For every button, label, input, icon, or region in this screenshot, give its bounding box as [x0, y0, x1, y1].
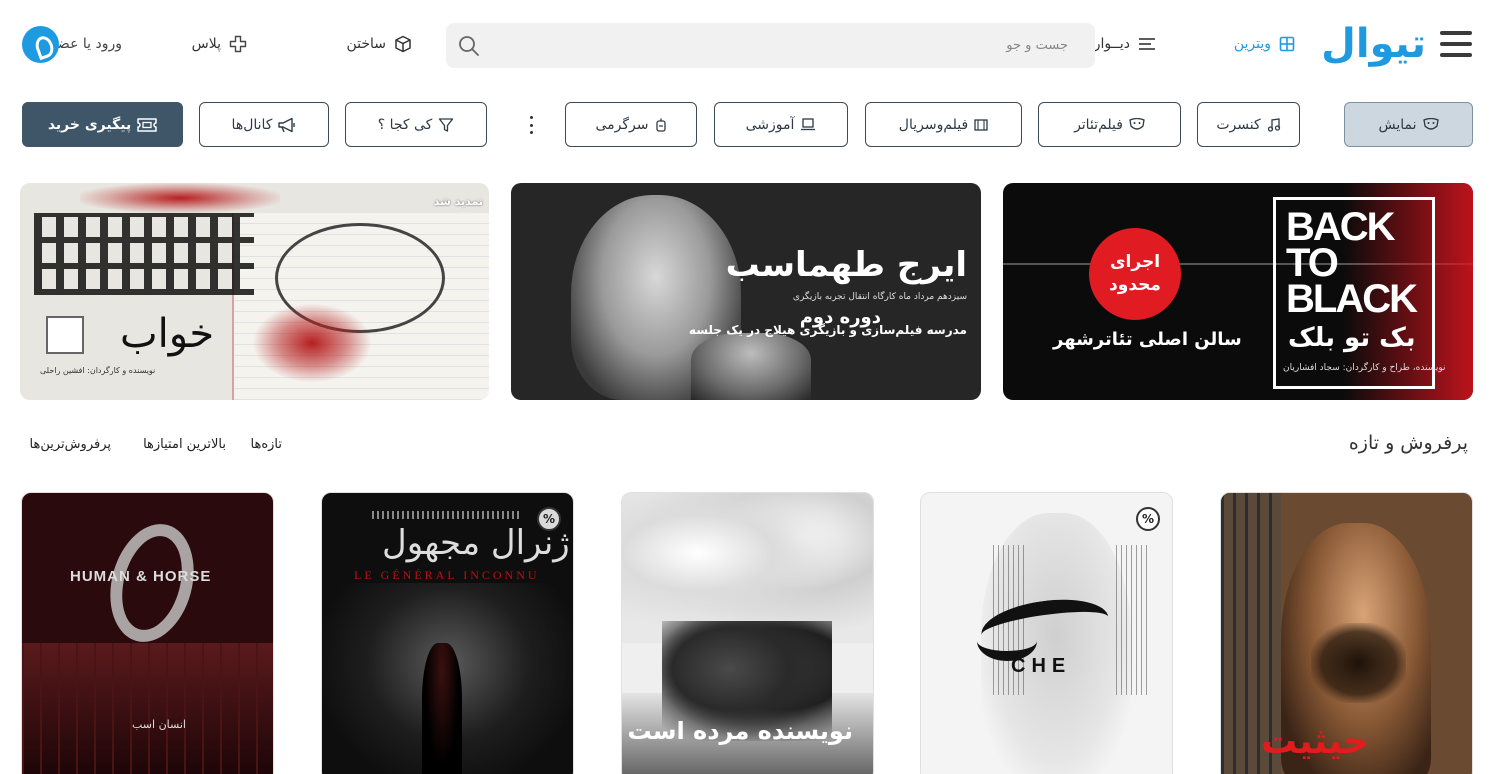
qr-code-image	[46, 316, 84, 354]
list-icon	[1139, 38, 1155, 50]
cube-icon	[395, 35, 411, 53]
chip-entertainment[interactable]: سرگرمی	[565, 102, 697, 147]
poster-title: CHE	[1011, 655, 1072, 677]
theater-mask-icon	[1129, 117, 1145, 130]
chip-where-when-label: کی کجا ؟	[377, 116, 433, 133]
banner-credit: نویسنده، طراح و کارگردان: سجاد افشاریان	[1283, 363, 1446, 373]
megaphone-icon	[278, 117, 296, 132]
category-chips: نمایش کنسرت فیلم‌تئاتر فیلم‌وسریال آموزش…	[0, 102, 1500, 148]
tab-top-rated[interactable]: بالاترین امتیازها	[143, 437, 226, 452]
banner-title-fa: بک تو بلک	[1288, 323, 1416, 353]
nav-vitrin[interactable]: ویترین	[1234, 34, 1295, 54]
track-purchase-button[interactable]: پیگیری خرید	[22, 102, 183, 147]
banner-title-en: BACK TO BLACK	[1286, 205, 1418, 321]
nav-vitrin-label: ویترین	[1233, 36, 1271, 52]
chip-education[interactable]: آموزشی	[714, 102, 848, 147]
nav-build-label: ساختن	[346, 36, 386, 52]
banner-back-to-black[interactable]: BACK TO BLACK بک تو بلک نویسنده، طراح و …	[1003, 183, 1473, 400]
chip-show[interactable]: نمایش	[1344, 102, 1473, 147]
banner-texture	[80, 183, 280, 213]
poster-vertical-text	[1116, 545, 1150, 695]
chip-film-series-label: فیلم‌وسریال	[898, 116, 969, 133]
logo[interactable]: تیوال	[1321, 18, 1427, 70]
laptop-icon	[801, 118, 816, 131]
nav-divar-label: دیــوار	[1093, 36, 1130, 52]
banner-texture	[252, 303, 372, 383]
banner-name: ایرج طهماسب	[725, 245, 967, 285]
header: تیوال ویترین دیــوار ساختن	[0, 0, 1500, 90]
poster-title: نویسنده مرده است	[627, 717, 853, 745]
chip-concert-label: کنسرت	[1216, 116, 1261, 133]
chip-show-label: نمایش	[1378, 116, 1417, 133]
poster-card[interactable]: حیثیت	[1220, 492, 1473, 774]
maze-title-graphic	[34, 213, 254, 295]
nav-build[interactable]: ساختن	[346, 34, 412, 54]
film-icon	[974, 118, 988, 131]
chip-film-theater[interactable]: فیلم‌تئاتر	[1038, 102, 1181, 147]
poster-subtitle: LE GÉNÉRAL INCONNU	[354, 568, 540, 582]
hamburger-menu-icon[interactable]	[1440, 31, 1472, 57]
more-options-icon[interactable]	[527, 116, 535, 134]
limited-run-badge: اجرای محدود	[1089, 228, 1181, 320]
section-title: پرفروش و تازه	[1348, 432, 1468, 454]
track-purchase-label: پیگیری خرید	[47, 116, 132, 133]
chip-where-when[interactable]: کی کجا ؟	[345, 102, 487, 147]
banner-session: مدرسه فیلم‌سازی و بازیگری هیلاج در یک جل…	[688, 323, 967, 337]
discount-badge-icon: %	[537, 507, 561, 531]
grid-icon	[1279, 36, 1295, 52]
ticket-icon	[137, 117, 157, 132]
poster-card[interactable]: HUMAN & HORSE انسان اسب	[21, 492, 274, 774]
banner-script-title: خواب	[120, 311, 215, 357]
chip-film-series[interactable]: فیلم‌وسریال	[865, 102, 1022, 147]
poster-card[interactable]: CHE %	[920, 492, 1173, 774]
nav-plus[interactable]: پلاس	[192, 34, 247, 54]
chip-education-label: آموزشی	[745, 116, 795, 133]
poster-card[interactable]: نویسنده مرده است	[621, 492, 874, 774]
poster-credits-lines	[372, 511, 522, 519]
chip-film-theater-label: فیلم‌تئاتر	[1074, 116, 1123, 133]
poster-subtitle: انسان اسب	[132, 718, 186, 731]
search-input[interactable]	[495, 23, 1095, 68]
chip-concert[interactable]: کنسرت	[1197, 102, 1300, 147]
extended-label: تمدید شد	[433, 195, 483, 208]
tab-best-selling[interactable]: پرفروش‌ترین‌ها	[30, 437, 111, 452]
poster-title: حیثیت	[1261, 721, 1370, 762]
chip-channels-label: کانال‌ها	[231, 116, 273, 133]
chip-entertainment-label: سرگرمی	[595, 116, 649, 133]
poster-background	[22, 643, 273, 774]
banner-credit: نویسنده و کارگردان: افشین راحلی	[40, 366, 156, 375]
banner-khab[interactable]: خواب نویسنده و کارگردان: افشین راحلی تمد…	[20, 183, 489, 400]
nav-divar[interactable]: دیــوار	[1094, 34, 1156, 54]
plus-shape-icon	[229, 35, 247, 53]
poster-figure	[422, 643, 462, 774]
limited-run-label: اجرای محدود	[1109, 252, 1161, 295]
poster-title: HUMAN & HORSE	[70, 568, 212, 585]
search-icon[interactable]	[458, 35, 480, 57]
gamepad-icon	[655, 118, 666, 132]
banner-info: سیزدهم مرداد ماه کارگاه انتقال تجربه باز…	[792, 292, 967, 302]
user-avatar-icon[interactable]	[22, 26, 59, 63]
search-bar	[446, 23, 1095, 68]
nav-plus-label: پلاس	[191, 36, 221, 52]
banner-iraj-tahmasb[interactable]: ایرج طهماسب سیزدهم مرداد ماه کارگاه انتق…	[511, 183, 981, 400]
portrait-hands	[691, 333, 811, 400]
poster-portrait-detail	[1311, 623, 1406, 703]
banner-venue: سالن اصلی تئاترشهر	[1053, 329, 1242, 350]
discount-badge-icon: %	[1136, 507, 1160, 531]
filter-icon	[439, 117, 454, 132]
theater-mask-icon	[1422, 117, 1439, 130]
tab-newest[interactable]: تازه‌ها	[251, 437, 282, 452]
poster-card[interactable]: ژنرال مجهول LE GÉNÉRAL INCONNU %	[321, 492, 574, 774]
chip-channels[interactable]: کانال‌ها	[199, 102, 329, 147]
music-note-icon	[1267, 117, 1280, 132]
